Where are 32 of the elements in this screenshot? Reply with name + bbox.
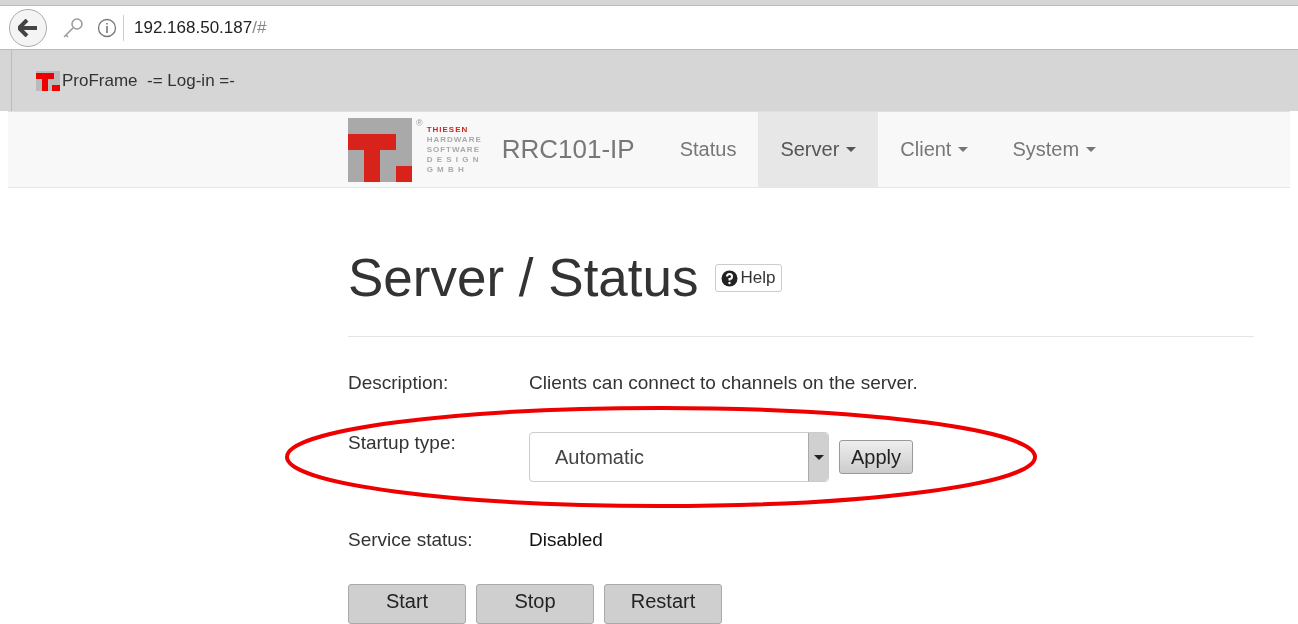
nav-item[interactable]: System bbox=[990, 112, 1119, 187]
field-label: Service status: bbox=[348, 529, 474, 551]
field-label: Startup type: bbox=[348, 432, 457, 454]
bookmark-link[interactable]: ProFrame -= Log-in =- bbox=[36, 70, 235, 91]
help-button[interactable]: Help bbox=[714, 264, 782, 292]
nav-item[interactable]: Client bbox=[878, 112, 991, 187]
logo-text: HARDWARE bbox=[426, 134, 482, 145]
logo-icon bbox=[36, 70, 60, 91]
action-button[interactable]: Start bbox=[348, 584, 466, 624]
logo-text: D E S I G N bbox=[426, 154, 480, 165]
field-label: Description: bbox=[348, 372, 450, 394]
info-icon[interactable] bbox=[97, 17, 117, 38]
description-text: Clients can connect to channels on the server. bbox=[529, 372, 918, 394]
nav-item[interactable]: Status bbox=[657, 112, 759, 187]
key-icon bbox=[61, 16, 85, 39]
logo-text: G M B H bbox=[426, 164, 465, 175]
apply-button[interactable]: Apply bbox=[839, 440, 914, 474]
nav-item[interactable]: Server bbox=[758, 112, 879, 187]
logo-text: SOFTWARE bbox=[426, 144, 480, 155]
page-title: Server / Status bbox=[348, 247, 699, 309]
service-status: Disabled bbox=[529, 529, 603, 551]
action-button[interactable]: Stop bbox=[476, 584, 594, 624]
caret-icon bbox=[813, 454, 824, 460]
back-arrow-icon bbox=[18, 18, 38, 37]
back-button[interactable] bbox=[9, 8, 47, 47]
brand-name[interactable]: RRC101-IP bbox=[501, 134, 635, 165]
startup-type-select[interactable]: Automatic bbox=[529, 432, 829, 482]
logo-icon bbox=[348, 117, 412, 182]
registered-mark: ® bbox=[416, 118, 423, 128]
action-button[interactable]: Restart bbox=[604, 584, 722, 624]
logo-text: THIESEN bbox=[426, 124, 469, 135]
question-icon bbox=[720, 269, 738, 287]
